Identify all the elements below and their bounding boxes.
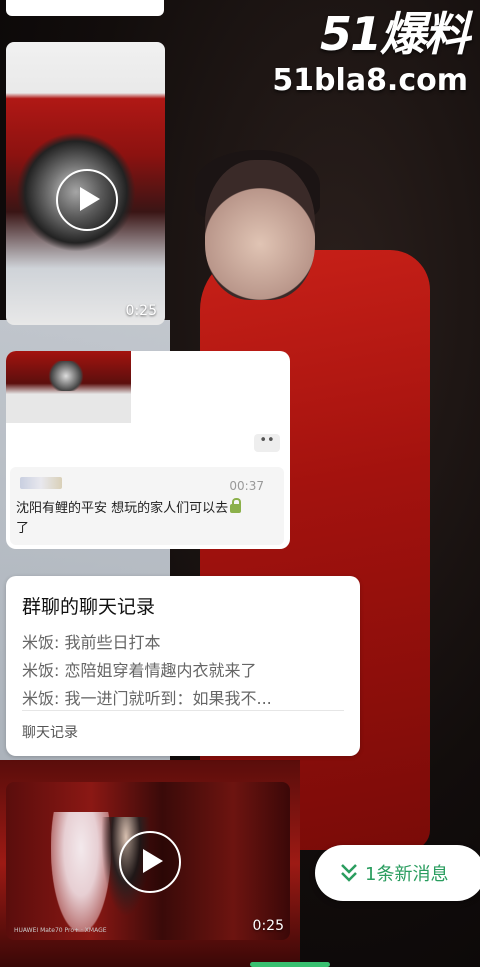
watermark: 51爆料 51bla8.com bbox=[272, 4, 470, 98]
double-chevron-down-icon bbox=[341, 864, 357, 882]
chat-record-footer: 聊天记录 bbox=[22, 725, 78, 741]
video-duration: 0:25 bbox=[252, 918, 284, 934]
quoted-video-thumbnail[interactable] bbox=[6, 351, 131, 423]
chat-record-title: 群聊的聊天记录 bbox=[22, 596, 156, 618]
quoted-text: 沈阳有鲤的平安 想玩的家人们可以去 了 bbox=[16, 498, 278, 539]
chat-record-card[interactable]: 群聊的聊天记录 米饭: 我前些日打本 米饭: 恋陪姐穿着情趣内衣就来了 米饭: … bbox=[6, 576, 360, 756]
quoted-text-main: 沈阳有鲤的平安 想玩的家人们可以去 bbox=[16, 501, 229, 516]
chat-record-line: 米饭: 恋陪姐穿着情趣内衣就来了 bbox=[22, 661, 257, 680]
divider bbox=[22, 710, 344, 711]
video-message[interactable]: 0:25 bbox=[6, 42, 165, 325]
watermark-logo: 51爆料 bbox=[319, 7, 470, 61]
new-message-label: 1条新消息 bbox=[365, 864, 449, 885]
video-message[interactable]: 0:25 HUAWEI Mate70 Pro+ · XMAGE bbox=[6, 782, 290, 940]
avatar bbox=[20, 477, 62, 489]
camera-watermark: HUAWEI Mate70 Pro+ · XMAGE bbox=[14, 927, 107, 934]
quote-message-card[interactable]: •• 00:37 沈阳有鲤的平安 想玩的家人们可以去 了 bbox=[6, 351, 290, 549]
lock-icon bbox=[230, 498, 242, 513]
more-button[interactable]: •• bbox=[254, 434, 280, 452]
chat-record-line: 米饭: 我前些日打本 bbox=[22, 633, 161, 652]
message-bubble-partial bbox=[6, 0, 164, 16]
chat-record-line: 米饭: 我一进门就听到：如果我不... bbox=[22, 689, 272, 708]
bottom-indicator bbox=[250, 962, 330, 967]
play-icon[interactable] bbox=[119, 831, 181, 893]
video-duration: 0:25 bbox=[125, 303, 157, 319]
quoted-text-tail: 了 bbox=[16, 521, 30, 536]
watermark-url: 51bla8.com bbox=[272, 63, 468, 98]
new-message-button[interactable]: 1条新消息 bbox=[315, 845, 480, 901]
play-icon[interactable] bbox=[56, 169, 118, 231]
quoted-message[interactable]: 00:37 沈阳有鲤的平安 想玩的家人们可以去 了 bbox=[10, 467, 284, 545]
quote-timestamp: 00:37 bbox=[229, 479, 264, 493]
